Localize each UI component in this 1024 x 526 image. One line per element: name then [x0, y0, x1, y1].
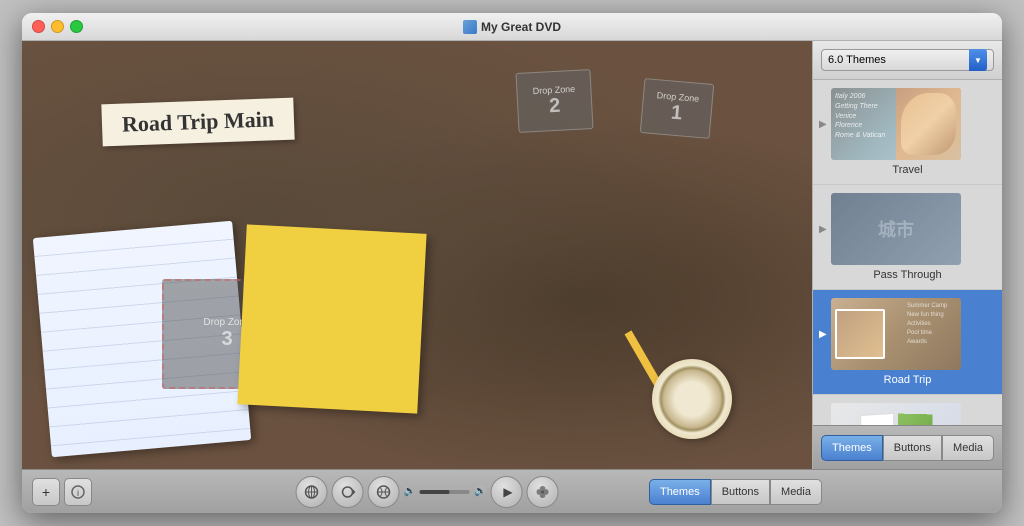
theme-row-pass-through: ▶ 城市 [819, 193, 996, 265]
play-button[interactable]: ▶ [490, 476, 522, 508]
bottom-tab-buttons[interactable]: Buttons [711, 479, 770, 505]
preview-canvas: Road Trip Main Drop Zone 2 Drop Zone 1 [22, 41, 812, 469]
globe-button[interactable] [368, 476, 400, 508]
pinwheel-icon [534, 484, 550, 500]
bottom-tab-themes[interactable]: Themes [649, 479, 711, 505]
theme-thumbnail-road: Summer CampNew fun thingActivitiesPool t… [831, 298, 961, 370]
tape-roll [652, 359, 732, 439]
theme-expand-icon-travel: ▶ [819, 119, 827, 130]
info-button[interactable]: i [64, 478, 92, 506]
traffic-lights [32, 20, 83, 33]
tab-buttons: Themes Buttons Media [821, 435, 994, 461]
theme-row-travel: ▶ Italy 2006Getting ThereVeniceFlorenceR… [819, 88, 996, 160]
sidebar-footer-tabs: Themes Buttons Media [813, 425, 1002, 469]
bottom-tab-buttons: Themes Buttons Media [649, 479, 822, 505]
toolbar: + i [22, 469, 1002, 513]
tab-media[interactable]: Media [942, 435, 994, 461]
loop-icon [340, 484, 356, 500]
themes-list[interactable]: ▶ Italy 2006Getting ThereVeniceFlorenceR… [813, 80, 1002, 425]
drop-zone-1[interactable]: Drop Zone 1 [640, 78, 715, 139]
theme-item-pass-through[interactable]: ▶ 城市 Pass Through [813, 185, 1002, 290]
theme-thumbnail-reflect [831, 403, 961, 425]
theme-label-road: Road Trip [884, 374, 932, 386]
info-icon: i [71, 485, 85, 499]
theme-expand-icon-pass: ▶ [819, 224, 827, 235]
close-button[interactable] [32, 20, 45, 33]
sidebar-header: 6.0 Themes ▼ [813, 41, 1002, 80]
tab-buttons-btn[interactable]: Buttons [883, 435, 942, 461]
volume-slider[interactable] [420, 490, 470, 494]
volume-mute-icon: 🔈 [404, 486, 416, 497]
dvd-icon [463, 20, 477, 34]
add-button[interactable]: + [32, 478, 60, 506]
theme-thumbnail-travel: Italy 2006Getting ThereVeniceFlorenceRom… [831, 88, 961, 160]
window-title: My Great DVD [463, 20, 561, 34]
toolbar-wrapper: + i [32, 470, 822, 514]
tab-themes[interactable]: Themes [821, 435, 883, 461]
volume-max-icon: 🔊 [474, 486, 486, 497]
sticky-note [237, 224, 426, 413]
theme-item-reflection[interactable]: ▶ Reflection White [813, 395, 1002, 425]
titlebar: My Great DVD [22, 13, 1002, 41]
network-icon [304, 484, 320, 500]
toolbar-right: Themes Buttons Media [649, 479, 822, 505]
main-window: My Great DVD Road Trip Main Drop Zone 2 [22, 13, 1002, 513]
maximize-button[interactable] [70, 20, 83, 33]
pinwheel-button[interactable] [526, 476, 558, 508]
minimize-button[interactable] [51, 20, 64, 33]
theme-label-travel: Travel [892, 164, 922, 176]
theme-label-pass: Pass Through [873, 269, 941, 281]
theme-item-travel[interactable]: ▶ Italy 2006Getting ThereVeniceFlorenceR… [813, 80, 1002, 185]
toolbar-center: 🔈 🔊 ▶ [296, 476, 559, 508]
network-button[interactable] [296, 476, 328, 508]
bottom-tab-media[interactable]: Media [770, 479, 822, 505]
drop-zone-2[interactable]: Drop Zone 2 [515, 69, 593, 133]
toolbar-left: + i [32, 478, 92, 506]
theme-selector-dropdown[interactable]: 6.0 Themes ▼ [821, 49, 994, 71]
road-trip-banner: Road Trip Main [101, 98, 294, 147]
theme-row-reflect: ▶ [819, 403, 996, 425]
globe-icon [376, 484, 392, 500]
svg-text:i: i [77, 488, 79, 498]
main-area: Road Trip Main Drop Zone 2 Drop Zone 1 [22, 41, 1002, 469]
theme-item-road-trip[interactable]: ▶ Summer CampNew fun thingActivitiesPool… [813, 290, 1002, 395]
volume-fill [420, 490, 450, 494]
preview-area: Road Trip Main Drop Zone 2 Drop Zone 1 [22, 41, 812, 469]
theme-thumbnail-pass: 城市 [831, 193, 961, 265]
theme-row-road: ▶ Summer CampNew fun thingActivitiesPool… [819, 298, 996, 370]
loop-button[interactable] [332, 476, 364, 508]
theme-expand-icon-road: ▶ [819, 329, 827, 340]
dropdown-arrow-icon: ▼ [969, 49, 987, 71]
sidebar: 6.0 Themes ▼ ▶ Italy 2006Getting ThereVe… [812, 41, 1002, 469]
